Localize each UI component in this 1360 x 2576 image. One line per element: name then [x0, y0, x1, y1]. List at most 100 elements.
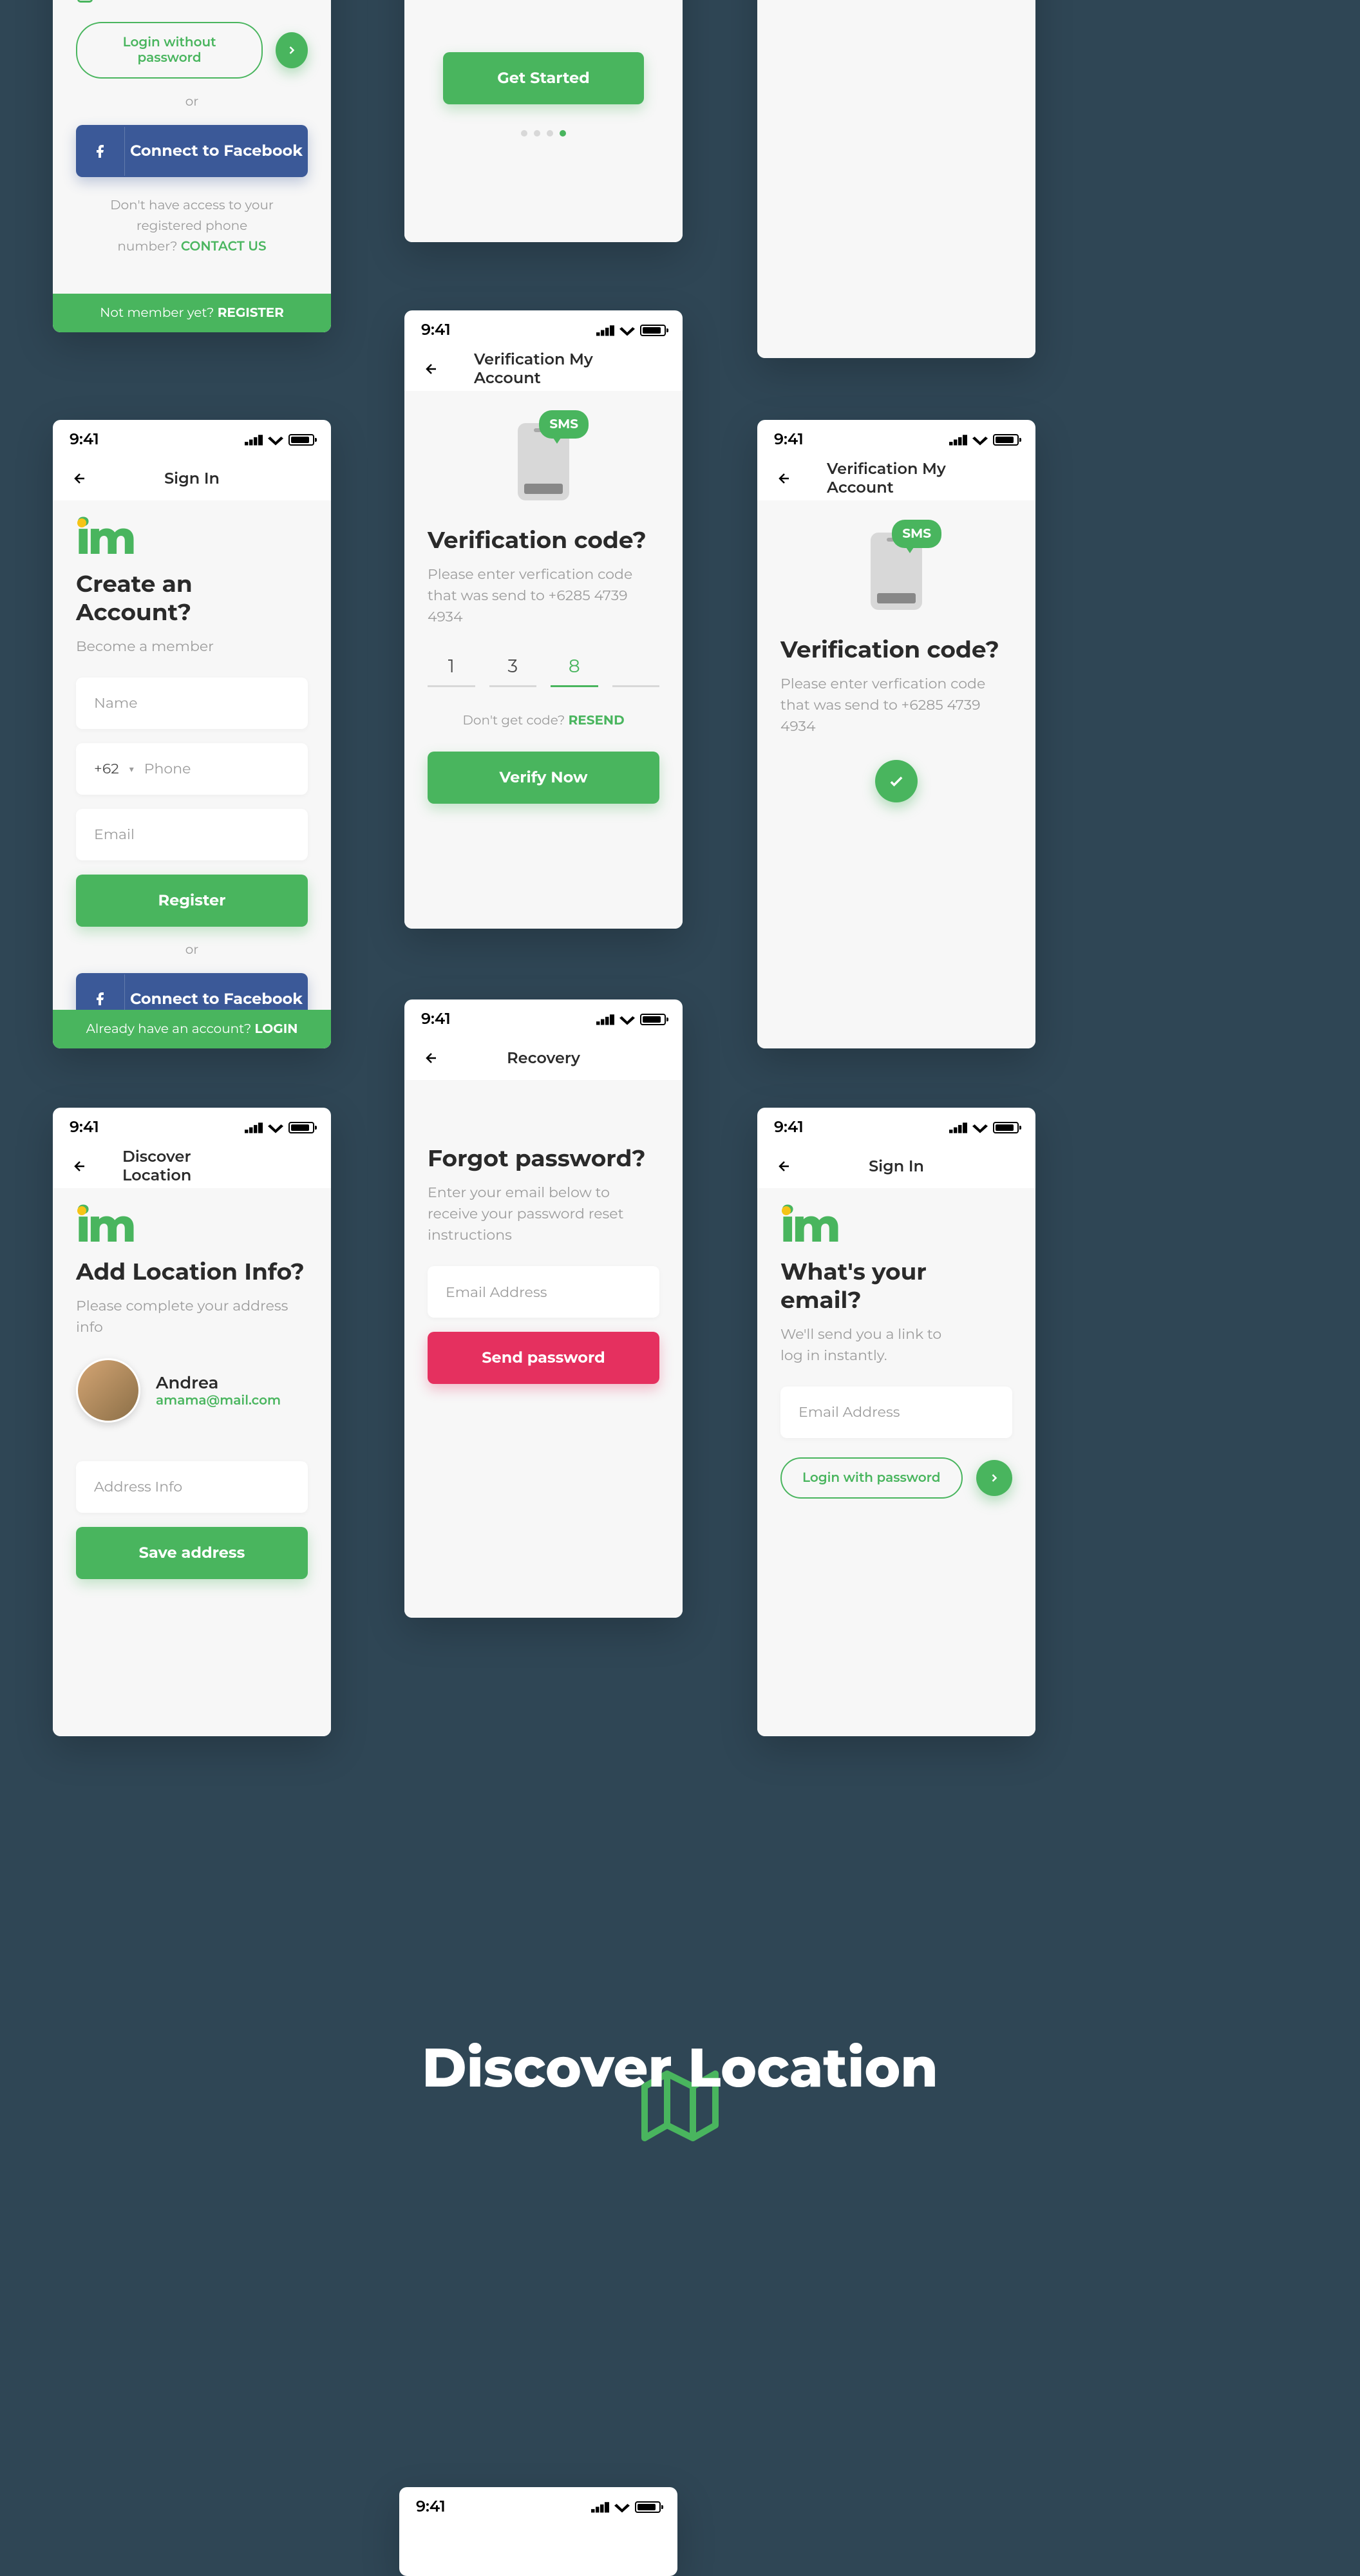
code-cell-1[interactable]: 1 [428, 648, 475, 687]
code-cell-3[interactable]: 8 [551, 648, 598, 687]
signal-icon [949, 434, 967, 446]
battery-icon [640, 325, 666, 336]
help-text: Don't have access to your registered pho… [76, 195, 308, 257]
address-field[interactable] [76, 1461, 308, 1513]
user-name: Andrea [156, 1372, 281, 1393]
signal-icon [949, 1122, 967, 1133]
status-bar: 9:41 [404, 310, 683, 347]
header-title: Sign In [869, 1157, 924, 1176]
name-field[interactable] [76, 677, 308, 729]
sms-illustration: SMS [428, 423, 659, 500]
logo: im [76, 520, 134, 557]
avatar [76, 1358, 140, 1423]
page-subtitle: We'll send you a link to log in instantl… [780, 1323, 961, 1366]
signal-icon [596, 325, 614, 336]
verify-button[interactable]: Verify Now [428, 752, 659, 804]
time-label: 9:41 [421, 1010, 451, 1028]
time-label: 9:41 [421, 321, 451, 339]
status-bar: 9:41 [757, 1108, 1035, 1144]
status-bar: 9:41 [757, 420, 1035, 457]
section-title: Discover Location [0, 2035, 1360, 2101]
code-cell-4[interactable] [612, 648, 660, 687]
status-bar: 9:41 [53, 420, 331, 457]
signal-icon [591, 2501, 609, 2513]
page-title: Create an Account? [76, 570, 308, 627]
login-footer[interactable]: Already have an account? LOGIN [53, 1010, 331, 1048]
login-without-password-button[interactable]: Login without password [76, 22, 263, 79]
user-email: amama@mail.com [156, 1393, 281, 1408]
back-button[interactable] [70, 1156, 90, 1177]
time-label: 9:41 [774, 430, 804, 449]
or-divider: or [76, 94, 308, 109]
page-title: What's your email? [780, 1258, 1012, 1314]
page-title: Add Location Info? [76, 1258, 308, 1286]
phone-field[interactable]: +62 [76, 743, 308, 795]
name-input[interactable] [94, 694, 292, 712]
status-bar: 9:41 [53, 1108, 331, 1144]
phone-input[interactable] [144, 760, 331, 777]
or-divider: or [76, 942, 308, 958]
page-subtitle: Please complete your address info [76, 1295, 308, 1338]
logo: im [780, 1208, 838, 1245]
address-input[interactable] [94, 1478, 292, 1495]
back-button[interactable] [774, 468, 795, 489]
proceed-button[interactable] [976, 1460, 1012, 1496]
email-input[interactable] [94, 826, 292, 843]
signal-icon [245, 1122, 263, 1133]
wifi-icon [972, 1122, 988, 1133]
remember-row[interactable]: Remember Password [76, 0, 308, 4]
proceed-button[interactable] [276, 32, 308, 68]
header-title: Verification My Account [474, 350, 613, 388]
time-label: 9:41 [70, 1118, 99, 1137]
email-field[interactable] [76, 809, 308, 860]
resend-text: Don't get code? RESEND [428, 713, 659, 728]
wifi-icon [268, 1122, 283, 1133]
wifi-icon [619, 1014, 635, 1025]
email-field[interactable] [428, 1266, 659, 1318]
facebook-button[interactable]: Connect to Facebook [76, 125, 308, 177]
email-input[interactable] [798, 1403, 997, 1421]
send-password-button[interactable]: Send password [428, 1332, 659, 1384]
page-subtitle: Please enter verfication code that was s… [780, 673, 1012, 737]
page-subtitle: Please enter verfication code that was s… [428, 564, 659, 627]
battery-icon [635, 2501, 661, 2513]
signal-icon [245, 434, 263, 446]
facebook-icon [76, 127, 125, 176]
time-label: 9:41 [774, 1118, 804, 1137]
logo: im [76, 1208, 134, 1245]
save-address-button[interactable]: Save address [76, 1527, 308, 1579]
time-label: 9:41 [70, 430, 99, 449]
battery-icon [993, 1122, 1019, 1133]
header-title: Sign In [164, 469, 220, 488]
get-started-button[interactable]: Get Started [443, 52, 644, 104]
back-button[interactable] [70, 468, 90, 489]
email-field[interactable] [780, 1387, 1012, 1438]
facebook-label: Connect to Facebook [125, 125, 308, 177]
status-bar: 9:41 [404, 999, 683, 1036]
code-cell-2[interactable]: 3 [489, 648, 537, 687]
wifi-icon [268, 434, 283, 446]
battery-icon [288, 1122, 314, 1133]
sms-illustration: SMS [780, 533, 1012, 610]
page-subtitle: Enter your email below to receive your p… [428, 1182, 659, 1245]
register-button[interactable]: Register [76, 875, 308, 927]
login-with-password-button[interactable]: Login with password [780, 1457, 963, 1499]
back-button[interactable] [421, 1048, 442, 1068]
register-footer[interactable]: Not member yet? REGISTER [53, 294, 331, 332]
resend-link[interactable]: RESEND [569, 713, 625, 728]
header-title: Discover Location [122, 1148, 261, 1185]
wifi-icon [972, 434, 988, 446]
back-button[interactable] [421, 359, 442, 379]
wifi-icon [614, 2501, 630, 2513]
back-button[interactable] [774, 1156, 795, 1177]
user-row: Andrea amama@mail.com [76, 1358, 308, 1423]
remember-label: Remember Password [106, 0, 259, 4]
checkbox-icon [76, 0, 94, 4]
code-inputs[interactable]: 1 3 8 [428, 648, 659, 687]
battery-icon [640, 1014, 666, 1025]
status-bar: 9:41 [399, 2487, 677, 2524]
phone-prefix[interactable]: +62 [94, 760, 134, 777]
email-input[interactable] [446, 1283, 644, 1301]
contact-us-link[interactable]: CONTACT US [181, 239, 267, 254]
success-check-icon [875, 760, 918, 802]
